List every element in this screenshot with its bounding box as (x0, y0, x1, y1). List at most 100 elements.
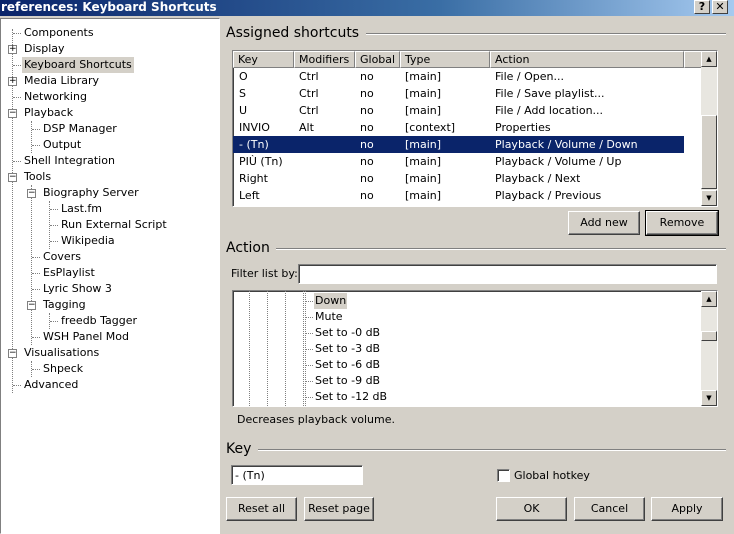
cell-global: no (360, 189, 374, 202)
tree-item-shell-integration[interactable]: Shell Integration (22, 153, 117, 169)
expand-display-icon[interactable]: + (8, 45, 17, 54)
scroll-down-icon[interactable]: ▼ (701, 190, 717, 206)
tree-item-run-external-script[interactable]: Run External Script (59, 217, 169, 233)
filter-input[interactable] (298, 264, 717, 284)
column-header-modifiers[interactable]: Modifiers (294, 51, 355, 68)
add-new-button[interactable]: Add new (568, 211, 640, 235)
tree-item-playback[interactable]: Playback (22, 105, 75, 121)
column-header-action[interactable]: Action (490, 51, 684, 68)
separator (366, 33, 726, 35)
collapse-visualisations-icon[interactable]: − (8, 349, 17, 358)
tree-item-esplaylist[interactable]: EsPlaylist (41, 265, 97, 281)
cell-key: INVIO (239, 121, 270, 134)
scroll-thumb[interactable] (701, 331, 717, 341)
tree-item-shpeck[interactable]: Shpeck (41, 361, 85, 377)
column-header-global[interactable]: Global (355, 51, 400, 68)
table-row[interactable]: INVIO Alt no [context] Properties (233, 119, 702, 136)
shortcuts-scrollbar[interactable]: ▲ ▼ (701, 51, 717, 206)
cell-global: no (360, 138, 374, 151)
cell-global: no (360, 155, 374, 168)
cell-modifiers: Alt (299, 121, 314, 134)
tree-line (32, 273, 40, 274)
action-item-set-9db[interactable]: Set to -9 dB (314, 373, 381, 389)
collapse-biography-server-icon[interactable]: − (27, 189, 36, 198)
tree-item-freedb-tagger[interactable]: freedb Tagger (59, 313, 139, 329)
action-item-mute[interactable]: Mute (314, 309, 344, 325)
action-tree[interactable]: Down Mute Set to -0 dB Set to -3 dB Set … (232, 290, 718, 407)
tree-line (32, 257, 40, 258)
tree-item-display[interactable]: Display (22, 41, 67, 57)
scroll-thumb[interactable] (701, 115, 717, 189)
collapse-tools-icon[interactable]: − (8, 173, 17, 182)
reset-all-button[interactable]: Reset all (226, 497, 297, 521)
key-input[interactable] (231, 465, 363, 485)
table-row[interactable]: PIÙ (Tn) no [main] Playback / Volume / U… (233, 153, 702, 170)
cell-action: Properties (495, 121, 551, 134)
collapse-tagging-icon[interactable]: − (27, 301, 36, 310)
tree-item-lyric-show-3[interactable]: Lyric Show 3 (41, 281, 114, 297)
cell-key: Right (239, 172, 268, 185)
tree-item-advanced[interactable]: Advanced (22, 377, 80, 393)
cancel-button[interactable]: Cancel (574, 497, 645, 521)
global-hotkey-label: Global hotkey (514, 469, 590, 482)
tree-item-components[interactable]: Components (22, 25, 96, 41)
tree-item-biography-server[interactable]: Biography Server (41, 185, 141, 201)
action-scrollbar[interactable]: ▲ ▼ (701, 291, 717, 406)
remove-button[interactable]: Remove (645, 210, 719, 236)
action-item-down[interactable]: Down (314, 293, 348, 309)
scroll-up-icon[interactable]: ▲ (701, 51, 717, 67)
key-title: Key (226, 441, 252, 457)
column-header-type[interactable]: Type (400, 51, 490, 68)
table-row[interactable]: S Ctrl no [main] File / Save playlist... (233, 85, 702, 102)
table-row[interactable]: Left no [main] Playback / Previous (233, 187, 702, 204)
expand-media-library-icon[interactable]: + (8, 77, 17, 86)
tree-line (306, 349, 313, 350)
tree-line (303, 291, 304, 406)
action-item-set-6db[interactable]: Set to -6 dB (314, 357, 381, 373)
cell-modifiers: Ctrl (299, 70, 319, 83)
cell-type: [main] (405, 189, 442, 202)
tree-item-tagging[interactable]: Tagging (41, 297, 88, 313)
action-item-set-12db[interactable]: Set to -12 dB (314, 389, 388, 405)
tree-item-wsh-panel-mod[interactable]: WSH Panel Mod (41, 329, 131, 345)
cell-key: S (239, 87, 246, 100)
tree-item-visualisations[interactable]: Visualisations (22, 345, 101, 361)
cell-type: [main] (405, 70, 442, 83)
tree-item-wikipedia[interactable]: Wikipedia (59, 233, 117, 249)
tree-item-keyboard-shortcuts[interactable]: Keyboard Shortcuts (22, 57, 134, 73)
tree-item-tools[interactable]: Tools (22, 169, 53, 185)
cell-key: O (239, 70, 248, 83)
tree-item-networking[interactable]: Networking (22, 89, 89, 105)
shortcuts-list[interactable]: Key Modifiers Global Type Action O Ctrl … (232, 50, 718, 207)
table-row[interactable]: Right no [main] Playback / Next (233, 170, 702, 187)
tree-item-covers[interactable]: Covers (41, 249, 83, 265)
preferences-tree[interactable]: + + − − − − − Components Display Keyboar… (0, 18, 220, 534)
separator (276, 248, 726, 250)
reset-page-button[interactable]: Reset page (304, 497, 374, 521)
collapse-playback-icon[interactable]: − (8, 109, 17, 118)
tree-item-media-library[interactable]: Media Library (22, 73, 101, 89)
table-row[interactable]: U Ctrl no [main] File / Add location... (233, 102, 702, 119)
column-header-key[interactable]: Key (233, 51, 294, 68)
tree-item-dsp-manager[interactable]: DSP Manager (41, 121, 119, 137)
scroll-up-icon[interactable]: ▲ (701, 291, 717, 307)
cell-action: File / Open... (495, 70, 564, 83)
table-row-selected[interactable]: - (Tn) no [main] Playback / Volume / Dow… (233, 136, 684, 153)
cell-key: Left (239, 189, 260, 202)
tree-item-output[interactable]: Output (41, 137, 83, 153)
tree-line (249, 291, 250, 406)
apply-button[interactable]: Apply (651, 497, 723, 521)
tree-line (50, 321, 58, 322)
table-row[interactable]: O Ctrl no [main] File / Open... (233, 68, 702, 85)
help-button[interactable]: ? (694, 0, 710, 14)
tree-line (50, 241, 58, 242)
tree-line (31, 185, 32, 345)
action-item-set-0db[interactable]: Set to -0 dB (314, 325, 381, 341)
close-button[interactable]: ✕ (712, 0, 728, 14)
scroll-down-icon[interactable]: ▼ (701, 390, 717, 406)
ok-button[interactable]: OK (496, 497, 567, 521)
action-item-set-3db[interactable]: Set to -3 dB (314, 341, 381, 357)
tree-item-lastfm[interactable]: Last.fm (59, 201, 104, 217)
assigned-shortcuts-title: Assigned shortcuts (226, 25, 360, 41)
global-hotkey-checkbox[interactable] (497, 469, 510, 482)
